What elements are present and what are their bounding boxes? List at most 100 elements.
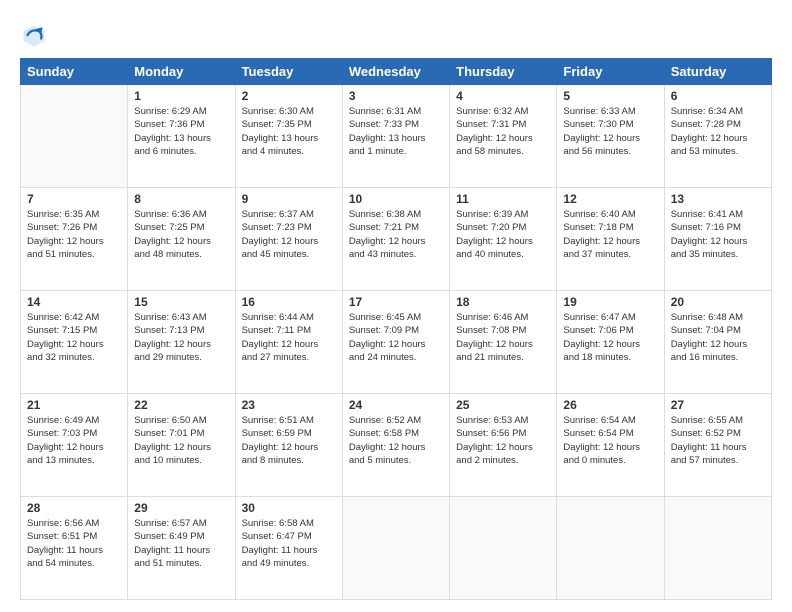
day-cell-23: 23 Sunrise: 6:51 AM Sunset: 6:59 PM Dayli… bbox=[235, 394, 342, 497]
day-info: Sunrise: 6:48 AM Sunset: 7:04 PM Dayligh… bbox=[671, 311, 765, 364]
day-info: Sunrise: 6:45 AM Sunset: 7:09 PM Dayligh… bbox=[349, 311, 443, 364]
day-number: 11 bbox=[456, 192, 550, 206]
day-number: 16 bbox=[242, 295, 336, 309]
day-cell-5: 5 Sunrise: 6:33 AM Sunset: 7:30 PM Daylig… bbox=[557, 85, 664, 188]
day-info: Sunrise: 6:29 AM Sunset: 7:36 PM Dayligh… bbox=[134, 105, 228, 158]
day-cell-16: 16 Sunrise: 6:44 AM Sunset: 7:11 PM Dayli… bbox=[235, 291, 342, 394]
day-info: Sunrise: 6:52 AM Sunset: 6:58 PM Dayligh… bbox=[349, 414, 443, 467]
day-cell-21: 21Sunrise: 6:49 AM Sunset: 7:03 PM Dayli… bbox=[21, 394, 128, 497]
day-number: 20 bbox=[671, 295, 765, 309]
day-number: 30 bbox=[242, 501, 336, 515]
day-number: 4 bbox=[456, 89, 550, 103]
day-cell-15: 15 Sunrise: 6:43 AM Sunset: 7:13 PM Dayli… bbox=[128, 291, 235, 394]
day-info: Sunrise: 6:56 AM Sunset: 6:51 PM Dayligh… bbox=[27, 517, 121, 570]
day-info: Sunrise: 6:50 AM Sunset: 7:01 PM Dayligh… bbox=[134, 414, 228, 467]
day-cell-20: 20 Sunrise: 6:48 AM Sunset: 7:04 PM Dayli… bbox=[664, 291, 771, 394]
day-number: 5 bbox=[563, 89, 657, 103]
day-number: 15 bbox=[134, 295, 228, 309]
day-number: 18 bbox=[456, 295, 550, 309]
day-cell-1: 1Sunrise: 6:29 AM Sunset: 7:36 PM Daylig… bbox=[128, 85, 235, 188]
page: SundayMondayTuesdayWednesdayThursdayFrid… bbox=[0, 0, 792, 612]
day-header-tuesday: Tuesday bbox=[235, 59, 342, 85]
day-header-monday: Monday bbox=[128, 59, 235, 85]
empty-cell bbox=[664, 497, 771, 600]
day-header-wednesday: Wednesday bbox=[342, 59, 449, 85]
day-cell-28: 28Sunrise: 6:56 AM Sunset: 6:51 PM Dayli… bbox=[21, 497, 128, 600]
day-info: Sunrise: 6:33 AM Sunset: 7:30 PM Dayligh… bbox=[563, 105, 657, 158]
day-cell-19: 19 Sunrise: 6:47 AM Sunset: 7:06 PM Dayli… bbox=[557, 291, 664, 394]
day-info: Sunrise: 6:57 AM Sunset: 6:49 PM Dayligh… bbox=[134, 517, 228, 570]
empty-cell bbox=[557, 497, 664, 600]
day-number: 9 bbox=[242, 192, 336, 206]
empty-cell bbox=[450, 497, 557, 600]
day-info: Sunrise: 6:37 AM Sunset: 7:23 PM Dayligh… bbox=[242, 208, 336, 261]
day-cell-13: 13 Sunrise: 6:41 AM Sunset: 7:16 PM Dayli… bbox=[664, 188, 771, 291]
day-info: Sunrise: 6:31 AM Sunset: 7:33 PM Dayligh… bbox=[349, 105, 443, 158]
day-info: Sunrise: 6:30 AM Sunset: 7:35 PM Dayligh… bbox=[242, 105, 336, 158]
day-info: Sunrise: 6:35 AM Sunset: 7:26 PM Dayligh… bbox=[27, 208, 121, 261]
header bbox=[20, 18, 772, 50]
day-info: Sunrise: 6:32 AM Sunset: 7:31 PM Dayligh… bbox=[456, 105, 550, 158]
day-number: 8 bbox=[134, 192, 228, 206]
day-cell-22: 22 Sunrise: 6:50 AM Sunset: 7:01 PM Dayli… bbox=[128, 394, 235, 497]
day-number: 24 bbox=[349, 398, 443, 412]
day-number: 19 bbox=[563, 295, 657, 309]
day-info: Sunrise: 6:42 AM Sunset: 7:15 PM Dayligh… bbox=[27, 311, 121, 364]
day-info: Sunrise: 6:53 AM Sunset: 6:56 PM Dayligh… bbox=[456, 414, 550, 467]
calendar-table: SundayMondayTuesdayWednesdayThursdayFrid… bbox=[20, 58, 772, 600]
day-header-sunday: Sunday bbox=[21, 59, 128, 85]
day-number: 7 bbox=[27, 192, 121, 206]
logo-icon bbox=[20, 22, 48, 50]
day-number: 26 bbox=[563, 398, 657, 412]
day-cell-14: 14Sunrise: 6:42 AM Sunset: 7:15 PM Dayli… bbox=[21, 291, 128, 394]
day-cell-12: 12Sunrise: 6:40 AM Sunset: 7:18 PM Dayli… bbox=[557, 188, 664, 291]
day-number: 29 bbox=[134, 501, 228, 515]
day-info: Sunrise: 6:46 AM Sunset: 7:08 PM Dayligh… bbox=[456, 311, 550, 364]
day-number: 17 bbox=[349, 295, 443, 309]
day-cell-26: 26Sunrise: 6:54 AM Sunset: 6:54 PM Dayli… bbox=[557, 394, 664, 497]
day-info: Sunrise: 6:51 AM Sunset: 6:59 PM Dayligh… bbox=[242, 414, 336, 467]
week-row-5: 28Sunrise: 6:56 AM Sunset: 6:51 PM Dayli… bbox=[21, 497, 772, 600]
day-cell-9: 9 Sunrise: 6:37 AM Sunset: 7:23 PM Daylig… bbox=[235, 188, 342, 291]
empty-cell bbox=[342, 497, 449, 600]
day-cell-10: 10 Sunrise: 6:38 AM Sunset: 7:21 PM Dayli… bbox=[342, 188, 449, 291]
day-info: Sunrise: 6:36 AM Sunset: 7:25 PM Dayligh… bbox=[134, 208, 228, 261]
day-info: Sunrise: 6:55 AM Sunset: 6:52 PM Dayligh… bbox=[671, 414, 765, 467]
day-cell-30: 30Sunrise: 6:58 AM Sunset: 6:47 PM Dayli… bbox=[235, 497, 342, 600]
day-header-thursday: Thursday bbox=[450, 59, 557, 85]
day-cell-2: 2Sunrise: 6:30 AM Sunset: 7:35 PM Daylig… bbox=[235, 85, 342, 188]
day-number: 25 bbox=[456, 398, 550, 412]
day-cell-29: 29 Sunrise: 6:57 AM Sunset: 6:49 PM Dayli… bbox=[128, 497, 235, 600]
day-number: 22 bbox=[134, 398, 228, 412]
week-row-4: 21Sunrise: 6:49 AM Sunset: 7:03 PM Dayli… bbox=[21, 394, 772, 497]
empty-cell bbox=[21, 85, 128, 188]
day-info: Sunrise: 6:39 AM Sunset: 7:20 PM Dayligh… bbox=[456, 208, 550, 261]
day-info: Sunrise: 6:34 AM Sunset: 7:28 PM Dayligh… bbox=[671, 105, 765, 158]
day-info: Sunrise: 6:44 AM Sunset: 7:11 PM Dayligh… bbox=[242, 311, 336, 364]
day-number: 12 bbox=[563, 192, 657, 206]
day-cell-11: 11 Sunrise: 6:39 AM Sunset: 7:20 PM Dayli… bbox=[450, 188, 557, 291]
day-info: Sunrise: 6:38 AM Sunset: 7:21 PM Dayligh… bbox=[349, 208, 443, 261]
day-cell-8: 8 Sunrise: 6:36 AM Sunset: 7:25 PM Daylig… bbox=[128, 188, 235, 291]
day-number: 13 bbox=[671, 192, 765, 206]
day-cell-4: 4 Sunrise: 6:32 AM Sunset: 7:31 PM Daylig… bbox=[450, 85, 557, 188]
week-row-1: 1Sunrise: 6:29 AM Sunset: 7:36 PM Daylig… bbox=[21, 85, 772, 188]
day-cell-7: 7 Sunrise: 6:35 AM Sunset: 7:26 PM Daylig… bbox=[21, 188, 128, 291]
day-cell-6: 6 Sunrise: 6:34 AM Sunset: 7:28 PM Daylig… bbox=[664, 85, 771, 188]
day-info: Sunrise: 6:41 AM Sunset: 7:16 PM Dayligh… bbox=[671, 208, 765, 261]
day-cell-24: 24 Sunrise: 6:52 AM Sunset: 6:58 PM Dayli… bbox=[342, 394, 449, 497]
day-cell-25: 25 Sunrise: 6:53 AM Sunset: 6:56 PM Dayli… bbox=[450, 394, 557, 497]
day-info: Sunrise: 6:43 AM Sunset: 7:13 PM Dayligh… bbox=[134, 311, 228, 364]
week-row-2: 7 Sunrise: 6:35 AM Sunset: 7:26 PM Daylig… bbox=[21, 188, 772, 291]
day-headers-row: SundayMondayTuesdayWednesdayThursdayFrid… bbox=[21, 59, 772, 85]
day-number: 10 bbox=[349, 192, 443, 206]
day-number: 21 bbox=[27, 398, 121, 412]
day-info: Sunrise: 6:47 AM Sunset: 7:06 PM Dayligh… bbox=[563, 311, 657, 364]
day-cell-3: 3Sunrise: 6:31 AM Sunset: 7:33 PM Daylig… bbox=[342, 85, 449, 188]
day-header-saturday: Saturday bbox=[664, 59, 771, 85]
logo bbox=[20, 22, 52, 50]
day-number: 6 bbox=[671, 89, 765, 103]
day-number: 23 bbox=[242, 398, 336, 412]
day-cell-18: 18 Sunrise: 6:46 AM Sunset: 7:08 PM Dayli… bbox=[450, 291, 557, 394]
day-number: 27 bbox=[671, 398, 765, 412]
